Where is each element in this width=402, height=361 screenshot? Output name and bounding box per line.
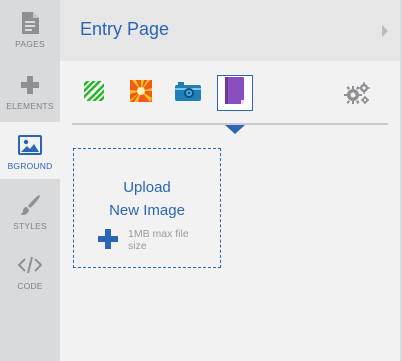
burst-pattern-button[interactable] (123, 75, 159, 111)
chevron-right-icon[interactable] (382, 25, 388, 37)
plus-icon (16, 72, 44, 98)
book-button[interactable] (217, 75, 253, 111)
image-icon (16, 132, 44, 158)
code-icon (16, 252, 44, 278)
stripes-pattern-icon (81, 77, 107, 106)
left-rail: PAGES ELEMENTS BGROUND STYLES CODE (0, 0, 60, 361)
background-panel: Entry Page Upload New Image 1MB max file… (60, 0, 402, 361)
background-type-bar (60, 61, 400, 125)
page-title: Entry Page (80, 19, 170, 39)
rail-item-pages[interactable]: PAGES (0, 0, 60, 60)
settings-button[interactable] (344, 82, 370, 106)
upload-label: Upload (123, 179, 171, 196)
max-file-size-note: 1MB max file size (128, 228, 189, 252)
panel-header: Entry Page (60, 0, 400, 61)
selection-pointer (225, 125, 245, 134)
rail-item-styles[interactable]: STYLES (0, 182, 60, 242)
gear-icon (344, 82, 370, 110)
burst-pattern-icon (130, 79, 152, 107)
rail-item-bground[interactable]: BGROUND (0, 122, 60, 179)
camera-button[interactable] (170, 75, 206, 111)
rail-item-elements[interactable]: ELEMENTS (0, 62, 60, 122)
upload-new-image-dropzone[interactable]: Upload New Image 1MB max file size (73, 148, 221, 268)
new-image-label: New Image (109, 202, 185, 219)
plus-icon (98, 229, 118, 249)
brush-icon (16, 192, 44, 218)
rail-label: PAGES (15, 39, 45, 49)
rail-label: ELEMENTS (6, 101, 54, 111)
rail-label: BGROUND (7, 161, 53, 171)
rail-label: STYLES (13, 221, 47, 231)
stripes-pattern-button[interactable] (76, 75, 112, 111)
page-icon (16, 10, 44, 36)
camera-icon (174, 80, 202, 107)
book-icon (225, 76, 245, 110)
rail-label: CODE (17, 281, 43, 291)
rail-item-code[interactable]: CODE (0, 242, 60, 302)
